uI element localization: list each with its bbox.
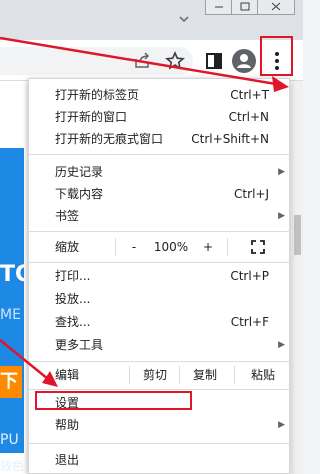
menu-item-label: 打开新的窗口 <box>55 110 128 124</box>
submenu-arrow-icon: ▶ <box>278 211 285 221</box>
menu-item-label: 打开新的无痕式窗口 <box>55 132 164 146</box>
menu-divider <box>29 262 291 263</box>
menu-item-label: 退出 <box>55 453 80 467</box>
edit-divider <box>234 366 235 384</box>
edit-divider <box>129 366 130 384</box>
menu-item-incognito[interactable]: 打开新的无痕式窗口 Ctrl+Shift+N <box>29 128 291 150</box>
menu-item-new-window[interactable]: 打开新的窗口 Ctrl+N <box>29 106 291 128</box>
menu-item-label: 帮助 <box>55 418 80 432</box>
settings-highlight-box <box>35 391 192 410</box>
blue-banner <box>0 148 24 453</box>
menu-item-label: 打印... <box>55 269 91 283</box>
menu-item-edit: 编辑 剪切 复制 粘贴 <box>29 364 291 386</box>
menu-item-print[interactable]: 打印... Ctrl+P <box>29 265 291 287</box>
minimize-button[interactable] <box>205 0 233 15</box>
menu-item-more-tools[interactable]: 更多工具 ▶ <box>29 334 291 356</box>
menu-item-find[interactable]: 查找... Ctrl+F <box>29 311 291 333</box>
menu-item-exit[interactable]: 退出 <box>29 449 291 471</box>
submenu-arrow-icon: ▶ <box>278 420 285 430</box>
zoom-divider <box>227 238 228 256</box>
menu-divider <box>29 154 291 155</box>
menu-item-help[interactable]: 帮助 ▶ <box>29 414 291 436</box>
chrome-menu: 打开新的标签页 Ctrl+T 打开新的窗口 Ctrl+N 打开新的无痕式窗口 C… <box>28 78 291 474</box>
menu-item-downloads[interactable]: 下载内容 Ctrl+J <box>29 183 291 205</box>
zoom-divider <box>115 238 116 256</box>
zoom-value: 100% <box>153 240 189 254</box>
submenu-arrow-icon: ▶ <box>278 340 285 350</box>
menu-item-label: 查找... <box>55 315 91 329</box>
copy-button[interactable]: 复制 <box>183 364 227 386</box>
menu-item-new-tab[interactable]: 打开新的标签页 Ctrl+T <box>29 84 291 106</box>
shortcut-label: Ctrl+T <box>230 88 269 102</box>
side-panel-icon[interactable] <box>202 49 226 73</box>
menu-item-label: 投放... <box>55 292 91 306</box>
edit-label: 编辑 <box>55 368 80 382</box>
download-button[interactable]: 下 <box>0 366 22 398</box>
menu-divider <box>29 231 291 232</box>
star-icon[interactable] <box>163 49 187 73</box>
menu-divider <box>29 389 291 390</box>
menu-item-label: 历史记录 <box>55 165 104 179</box>
menu-item-label: 下载内容 <box>55 187 104 201</box>
share-icon[interactable] <box>130 49 154 73</box>
zoom-out-button[interactable]: - <box>121 236 147 258</box>
shortcut-label: Ctrl+P <box>230 269 269 283</box>
shortcut-label: Ctrl+N <box>228 110 269 124</box>
close-button[interactable] <box>257 0 295 15</box>
zoom-label: 缩放 <box>55 240 80 254</box>
scrollbar-thumb[interactable] <box>294 215 301 255</box>
banner-text-4: 效色 <box>0 459 25 473</box>
shortcut-label: Ctrl+Shift+N <box>191 132 269 146</box>
paste-button[interactable]: 粘贴 <box>241 364 285 386</box>
menu-button-highlight <box>260 36 293 76</box>
menu-item-label: 更多工具 <box>55 338 104 352</box>
maximize-button[interactable] <box>231 0 259 15</box>
menu-item-bookmarks[interactable]: 书签 ▶ <box>29 205 291 227</box>
menu-item-history[interactable]: 历史记录 ▶ <box>29 161 291 183</box>
banner-text-3: PU <box>0 432 19 448</box>
tab-search-chevron-icon[interactable] <box>178 14 190 24</box>
zoom-in-button[interactable]: + <box>195 236 221 258</box>
submenu-arrow-icon: ▶ <box>278 167 285 177</box>
menu-item-label: 打开新的标签页 <box>55 88 140 102</box>
menu-item-zoom: 缩放 - 100% + <box>29 236 291 258</box>
profile-avatar[interactable] <box>232 49 256 73</box>
menu-item-label: 书签 <box>55 209 80 223</box>
edit-divider <box>179 366 180 384</box>
cut-button[interactable]: 剪切 <box>133 364 177 386</box>
menu-divider <box>29 361 291 362</box>
menu-divider <box>29 443 291 444</box>
shortcut-label: Ctrl+F <box>230 315 269 329</box>
shortcut-label: Ctrl+J <box>234 187 269 201</box>
banner-text-2: ME <box>0 307 21 323</box>
scrollbar[interactable] <box>292 81 303 474</box>
fullscreen-icon[interactable] <box>251 240 265 254</box>
menu-item-cast[interactable]: 投放... <box>29 288 291 310</box>
banner-text-1: TC <box>0 262 32 287</box>
